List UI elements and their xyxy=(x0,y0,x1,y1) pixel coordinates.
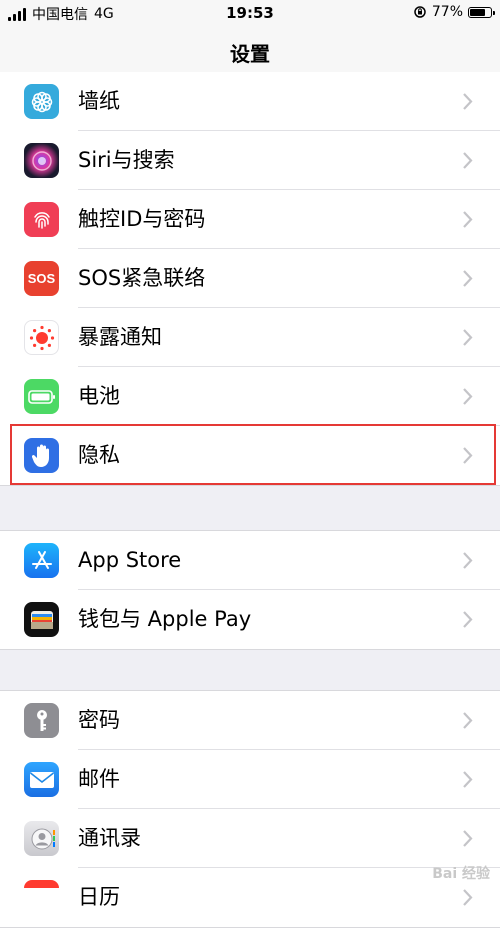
settings-row-wallpaper[interactable]: 墙纸 xyxy=(0,72,500,131)
settings-row-sos[interactable]: SOS SOS紧急联络 xyxy=(0,249,500,308)
chevron-right-icon xyxy=(463,388,473,405)
chevron-right-icon xyxy=(463,93,473,110)
settings-row-contacts[interactable]: 通讯录 xyxy=(0,809,500,868)
battery-level-icon xyxy=(468,6,495,18)
wallpaper-icon xyxy=(24,84,59,119)
chevron-right-icon xyxy=(463,611,473,628)
settings-row-passwords[interactable]: 密码 xyxy=(0,691,500,750)
chevron-right-icon xyxy=(463,771,473,788)
chevron-right-icon xyxy=(463,211,473,228)
row-label: SOS紧急联络 xyxy=(78,266,206,290)
row-label: 电池 xyxy=(78,384,120,408)
settings-row-touch-id[interactable]: 触控ID与密码 xyxy=(0,190,500,249)
chevron-right-icon xyxy=(463,329,473,346)
settings-row-wallet[interactable]: 钱包与 Apple Pay xyxy=(0,590,500,649)
chevron-right-icon xyxy=(463,712,473,729)
page-title: 设置 xyxy=(230,42,270,66)
sos-icon-text: SOS xyxy=(27,271,56,286)
row-label: 暴露通知 xyxy=(78,325,162,349)
fingerprint-icon xyxy=(24,202,59,237)
settings-row-siri[interactable]: Siri与搜索 xyxy=(0,131,500,190)
chevron-right-icon xyxy=(463,830,473,847)
chevron-right-icon xyxy=(463,552,473,569)
contacts-icon xyxy=(24,821,59,856)
row-label: Siri与搜索 xyxy=(78,148,175,172)
chevron-right-icon xyxy=(463,889,473,906)
battery-icon xyxy=(24,379,59,414)
chevron-right-icon xyxy=(463,270,473,287)
settings-group-3: 密码 邮件 通讯录 日历 xyxy=(0,690,500,928)
row-label: 日历 xyxy=(78,885,120,909)
chevron-right-icon xyxy=(463,152,473,169)
row-label: 钱包与 Apple Pay xyxy=(78,607,252,631)
calendar-icon xyxy=(24,880,59,915)
battery-percent: 77% xyxy=(431,4,463,20)
row-label: 邮件 xyxy=(78,767,120,791)
row-label: 通讯录 xyxy=(78,826,141,850)
settings-row-battery[interactable]: 电池 xyxy=(0,367,500,426)
settings-row-app-store[interactable]: App Store xyxy=(0,531,500,590)
privacy-highlight-box xyxy=(10,424,496,485)
app-store-icon xyxy=(24,543,59,578)
row-label: 触控ID与密码 xyxy=(78,207,206,231)
settings-group-2: App Store 钱包与 Apple Pay xyxy=(0,530,500,650)
settings-row-exposure[interactable]: 暴露通知 xyxy=(0,308,500,367)
mail-icon xyxy=(24,762,59,797)
orientation-lock-icon xyxy=(414,6,426,18)
key-icon xyxy=(24,703,59,738)
row-label: App Store xyxy=(78,548,182,572)
row-label: 墙纸 xyxy=(78,89,120,113)
exposure-notification-icon xyxy=(24,320,59,355)
wallet-icon xyxy=(24,602,59,637)
row-label: 密码 xyxy=(78,708,120,732)
settings-row-mail[interactable]: 邮件 xyxy=(0,750,500,809)
siri-icon xyxy=(24,143,59,178)
sos-icon: SOS xyxy=(24,261,59,296)
settings-row-calendar[interactable]: 日历 xyxy=(0,868,500,927)
status-right: 77% xyxy=(413,4,495,20)
baidu-watermark: Bai 经验 xyxy=(432,866,490,882)
status-bar: 中国电信 4G 19:53 77% xyxy=(0,0,500,26)
